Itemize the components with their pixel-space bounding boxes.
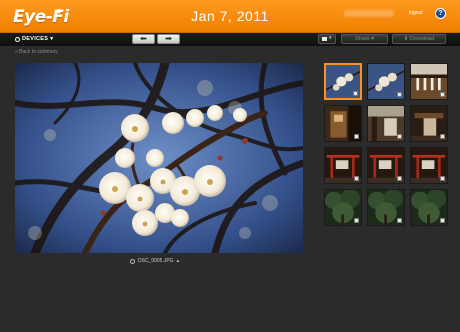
thumbnail-4[interactable] — [324, 105, 362, 142]
chevron-down-icon: ▾ — [329, 35, 332, 41]
select-checkbox[interactable] — [440, 134, 445, 139]
chevron-up-icon: ▴ — [176, 258, 180, 264]
select-checkbox[interactable] — [353, 91, 358, 96]
toolbar: DEVICES ▾ ⬅ ➡ ▾ Share ▾ ⬇ Download — [0, 33, 460, 46]
back-to-summary-link[interactable]: « Back to summary — [15, 49, 58, 55]
logout-link[interactable]: logout — [409, 10, 423, 16]
logo-wifi-dot-icon — [57, 9, 61, 13]
thumbnail-8[interactable] — [367, 147, 405, 184]
previous-photo-button[interactable]: ⬅ — [132, 34, 155, 44]
header-bar: Eye-Fi Jan 7, 2011 logout ? — [0, 0, 460, 33]
thumbnail-7[interactable] — [324, 147, 362, 184]
share-button[interactable]: Share ▾ — [341, 34, 388, 44]
thumbnail-3[interactable] — [410, 63, 448, 100]
plum-blossom-photo — [15, 63, 303, 253]
thumbnail-11[interactable] — [367, 189, 405, 226]
main-photo[interactable] — [15, 63, 303, 253]
photo-filename: DSC_0005.JPG — [138, 258, 174, 264]
single-view-icon — [322, 37, 327, 41]
thumbnail-5[interactable] — [367, 105, 405, 142]
thumbnail-9[interactable] — [410, 147, 448, 184]
arrow-right-icon: ➡ — [165, 34, 172, 43]
photo-caption[interactable]: DSC_0005.JPG ▴ — [130, 258, 179, 264]
select-checkbox[interactable] — [354, 176, 359, 181]
help-button[interactable]: ? — [435, 8, 446, 19]
thumbnail-10[interactable] — [324, 189, 362, 226]
arrow-left-icon: ⬅ — [140, 34, 147, 43]
select-checkbox[interactable] — [397, 218, 402, 223]
select-checkbox[interactable] — [397, 176, 402, 181]
select-checkbox[interactable] — [397, 92, 402, 97]
select-checkbox[interactable] — [354, 218, 359, 223]
download-button[interactable]: ⬇ Download — [392, 34, 446, 44]
thumbnail-12[interactable] — [410, 189, 448, 226]
app-window: Eye-Fi Jan 7, 2011 logout ? DEVICES ▾ ⬅ … — [0, 0, 460, 332]
select-checkbox[interactable] — [440, 176, 445, 181]
info-icon — [130, 258, 135, 264]
select-checkbox[interactable] — [440, 218, 445, 223]
devices-label: DEVICES — [22, 36, 49, 42]
device-icon — [15, 36, 20, 42]
devices-menu[interactable]: DEVICES ▾ — [15, 36, 53, 42]
thumbnail-6[interactable] — [410, 105, 448, 142]
thumbnail-1[interactable] — [324, 63, 362, 100]
select-checkbox[interactable] — [397, 134, 402, 139]
view-mode-button[interactable]: ▾ — [318, 34, 336, 44]
thumbnail-2[interactable] — [367, 63, 405, 100]
page-title: Jan 7, 2011 — [191, 8, 269, 24]
next-photo-button[interactable]: ➡ — [157, 34, 180, 44]
select-checkbox[interactable] — [440, 92, 445, 97]
user-name-blurred — [344, 10, 394, 17]
chevron-down-icon: ▾ — [50, 36, 54, 42]
select-checkbox[interactable] — [354, 134, 359, 139]
